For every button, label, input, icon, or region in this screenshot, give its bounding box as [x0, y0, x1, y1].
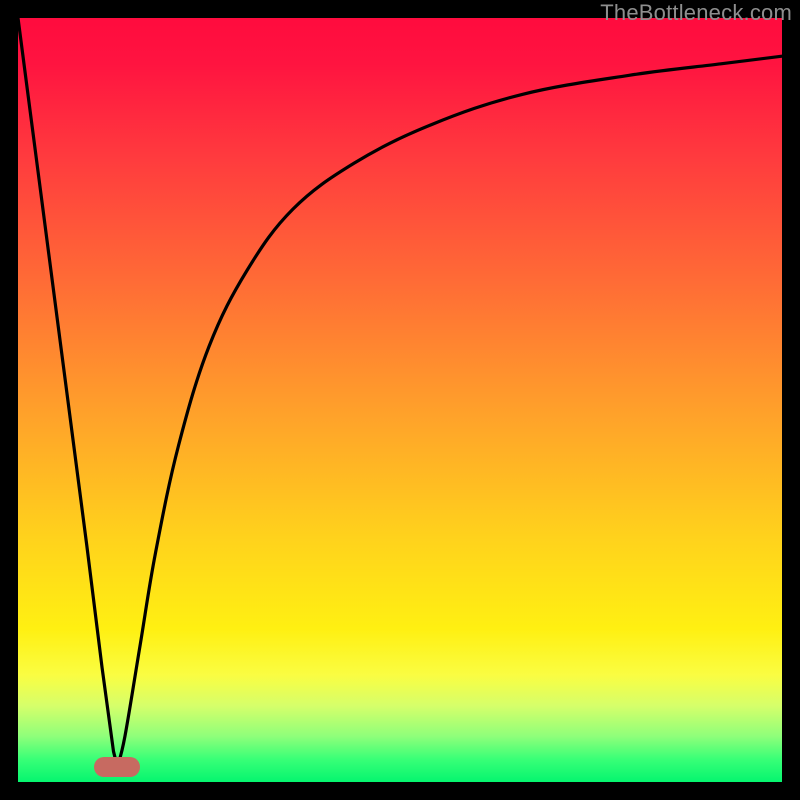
- chart-stage: TheBottleneck.com: [0, 0, 800, 800]
- minimum-marker: [94, 757, 140, 777]
- curve-path: [18, 18, 782, 767]
- watermark-label: TheBottleneck.com: [600, 0, 792, 26]
- bottleneck-curve: [18, 18, 782, 782]
- plot-area: [18, 18, 782, 782]
